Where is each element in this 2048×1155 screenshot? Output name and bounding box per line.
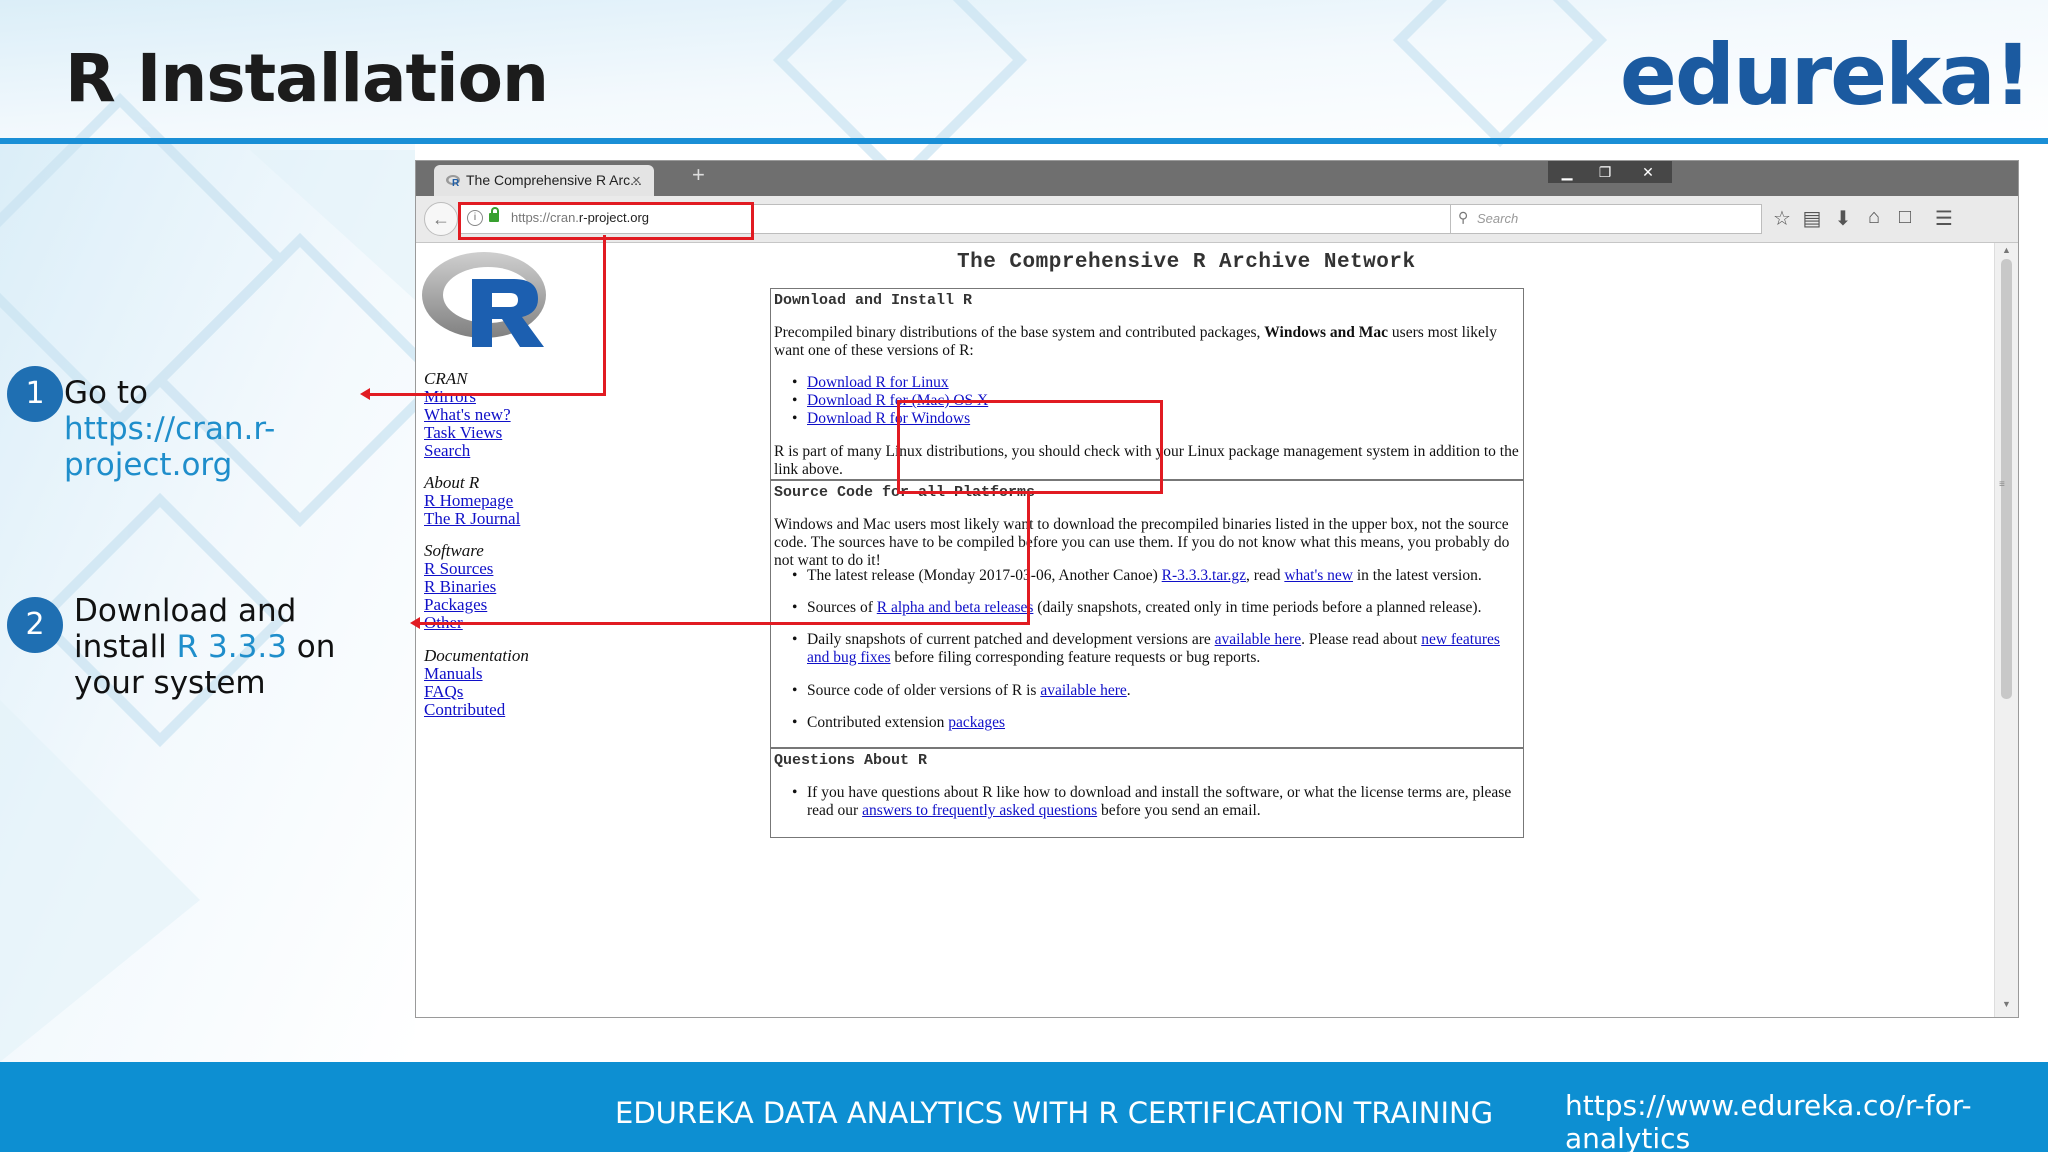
source-item1-c: in the latest version. bbox=[1353, 567, 1482, 584]
url-highlight-box bbox=[458, 202, 754, 240]
source-item4-a: Source code of older versions of R is bbox=[807, 682, 1041, 699]
browser-tab[interactable]: R The Comprehensive R Arc... × bbox=[434, 165, 654, 196]
url-connector-line bbox=[603, 235, 606, 395]
source-item1-a: The latest release (Monday 2017-03-06, A… bbox=[807, 567, 1162, 584]
svg-text:R: R bbox=[452, 178, 460, 187]
source-item2-b: (daily snapshots, created only in time p… bbox=[1033, 599, 1482, 616]
step-1-badge: 1 bbox=[7, 366, 63, 422]
tab-close-icon[interactable]: × bbox=[632, 165, 641, 196]
snapshots-link[interactable]: available here bbox=[1215, 631, 1301, 648]
restore-button[interactable]: ❐ bbox=[1586, 161, 1624, 183]
list-item: Source code of older versions of R is av… bbox=[792, 682, 1517, 700]
sidebar-link-r-journal[interactable]: The R Journal bbox=[424, 509, 520, 529]
r-favicon-icon: R bbox=[446, 175, 460, 187]
sidebar-link-packages[interactable]: Packages bbox=[424, 595, 487, 615]
menu-icon[interactable]: ☰ bbox=[1931, 206, 1957, 231]
r-tarball-link[interactable]: R-3.3.3.tar.gz bbox=[1162, 567, 1246, 584]
sidebar-link-task-views[interactable]: Task Views bbox=[424, 423, 502, 443]
source-item1-b: , read bbox=[1246, 567, 1285, 584]
list-item: Daily snapshots of current patched and d… bbox=[792, 631, 1517, 667]
star-icon[interactable]: ☆ bbox=[1769, 206, 1795, 231]
sidebar-link-contributed[interactable]: Contributed bbox=[424, 700, 505, 720]
source-item4-b: . bbox=[1126, 682, 1131, 699]
source-item3-b: . Please read about bbox=[1301, 631, 1422, 648]
page-title: The Comprehensive R Archive Network bbox=[957, 251, 1416, 274]
download-connector-line bbox=[1027, 491, 1030, 625]
step-2-text: Download and install R 3.3.3 on your sys… bbox=[74, 593, 394, 701]
browser-window: R The Comprehensive R Arc... × + ▁ ❐ ✕ ←… bbox=[415, 160, 2019, 1018]
faq-answers-link[interactable]: answers to frequently asked questions bbox=[862, 802, 1097, 819]
download-arrow-line bbox=[420, 622, 1030, 625]
header-divider bbox=[0, 138, 2048, 144]
source-intro: Windows and Mac users most likely want t… bbox=[774, 516, 1510, 569]
download-box-heading: Download and Install R bbox=[774, 292, 973, 309]
list-item: Sources of R alpha and beta releases (da… bbox=[792, 599, 1517, 617]
questions-box: Questions About R If you have questions … bbox=[770, 748, 1524, 838]
sidebar-heading-documentation: Documentation bbox=[424, 646, 529, 665]
download-intro-part1: Precompiled binary distributions of the … bbox=[774, 324, 1265, 341]
slide-title: R Installation bbox=[65, 40, 549, 117]
reading-list-icon[interactable]: ▤ bbox=[1799, 206, 1825, 231]
sidebar-link-r-binaries[interactable]: R Binaries bbox=[424, 577, 496, 597]
download-icon[interactable]: ⬇ bbox=[1830, 206, 1856, 231]
step-1-text: Go to https://cran.r-project.org bbox=[64, 375, 354, 483]
download-linux-link[interactable]: Download R for Linux bbox=[807, 374, 949, 391]
source-item2-a: Sources of bbox=[807, 599, 877, 616]
list-item: Contributed extension packages bbox=[792, 714, 1517, 732]
sidebar-link-faqs[interactable]: FAQs bbox=[424, 682, 463, 702]
arrow-left-icon bbox=[360, 388, 370, 400]
source-item3-a: Daily snapshots of current patched and d… bbox=[807, 631, 1215, 648]
alpha-beta-link[interactable]: R alpha and beta releases bbox=[877, 599, 1034, 616]
sidebar-link-manuals[interactable]: Manuals bbox=[424, 664, 483, 684]
sidebar-link-r-homepage[interactable]: R Homepage bbox=[424, 491, 513, 511]
list-item: Download R for Linux bbox=[792, 374, 1517, 392]
sidebar-link-r-sources[interactable]: R Sources bbox=[424, 559, 493, 579]
scroll-down-icon[interactable]: ▼ bbox=[2002, 999, 2011, 1009]
download-intro: Precompiled binary distributions of the … bbox=[774, 324, 1520, 360]
source-item3-c: before filing corresponding feature requ… bbox=[890, 649, 1261, 666]
download-intro-bold: Windows and Mac bbox=[1264, 324, 1389, 341]
r-logo[interactable] bbox=[422, 251, 554, 351]
pocket-icon[interactable]: □ bbox=[1892, 206, 1918, 229]
sidebar-link-mirrors[interactable]: Mirrors bbox=[424, 387, 476, 407]
sidebar-heading-software: Software bbox=[424, 541, 484, 560]
home-icon[interactable]: ⌂ bbox=[1861, 206, 1887, 229]
close-window-button[interactable]: ✕ bbox=[1624, 161, 1672, 183]
footer-url[interactable]: https://www.edureka.co/r-for-analytics bbox=[1565, 1089, 2048, 1155]
tab-title: The Comprehensive R Arc... bbox=[466, 172, 642, 188]
new-tab-button[interactable]: + bbox=[692, 162, 705, 188]
sidebar-heading-about: About R bbox=[424, 473, 480, 492]
scroll-grip-icon: ≡ bbox=[1999, 479, 2005, 490]
packages-link[interactable]: packages bbox=[948, 714, 1005, 731]
footer-course-title: EDUREKA DATA ANALYTICS WITH R CERTIFICAT… bbox=[615, 1096, 1494, 1130]
download-links-highlight-box bbox=[897, 400, 1163, 494]
arrow-left-icon bbox=[410, 617, 420, 629]
older-versions-link[interactable]: available here bbox=[1040, 682, 1126, 699]
vertical-scrollbar[interactable]: ▲ ≡ ▼ bbox=[1994, 243, 2018, 1017]
list-item: If you have questions about R like how t… bbox=[792, 784, 1517, 820]
tab-bar: R The Comprehensive R Arc... × + ▁ ❐ ✕ bbox=[416, 161, 2018, 196]
sidebar-link-whats-new[interactable]: What's new? bbox=[424, 405, 511, 425]
search-icon: ⚲ bbox=[1458, 209, 1469, 225]
questions-item-b: before you send an email. bbox=[1097, 802, 1261, 819]
step-1-label: Go to bbox=[64, 375, 148, 411]
list-item: The latest release (Monday 2017-03-06, A… bbox=[792, 567, 1517, 585]
search-input[interactable]: ⚲ Search bbox=[1450, 204, 1762, 234]
back-button[interactable]: ← bbox=[424, 202, 458, 236]
step-2-version: R 3.3.3 bbox=[176, 629, 287, 665]
whats-new-link[interactable]: what's new bbox=[1284, 567, 1353, 584]
minimize-button[interactable]: ▁ bbox=[1548, 161, 1586, 183]
brand-logo: edureka! bbox=[1619, 26, 2032, 124]
scroll-up-icon[interactable]: ▲ bbox=[2002, 245, 2011, 255]
search-placeholder: Search bbox=[1477, 211, 1519, 226]
source-item5-a: Contributed extension bbox=[807, 714, 949, 731]
source-box: Source Code for all Platforms Windows an… bbox=[770, 480, 1524, 748]
questions-box-heading: Questions About R bbox=[774, 752, 928, 769]
url-arrow-line bbox=[370, 393, 606, 396]
step-1-link[interactable]: https://cran.r-project.org bbox=[64, 411, 275, 483]
step-2-badge: 2 bbox=[7, 597, 63, 653]
sidebar-heading-cran: CRAN bbox=[424, 369, 468, 388]
sidebar-link-search[interactable]: Search bbox=[424, 441, 470, 461]
page-content: CRAN Mirrors What's new? Task Views Sear… bbox=[416, 243, 1994, 1017]
